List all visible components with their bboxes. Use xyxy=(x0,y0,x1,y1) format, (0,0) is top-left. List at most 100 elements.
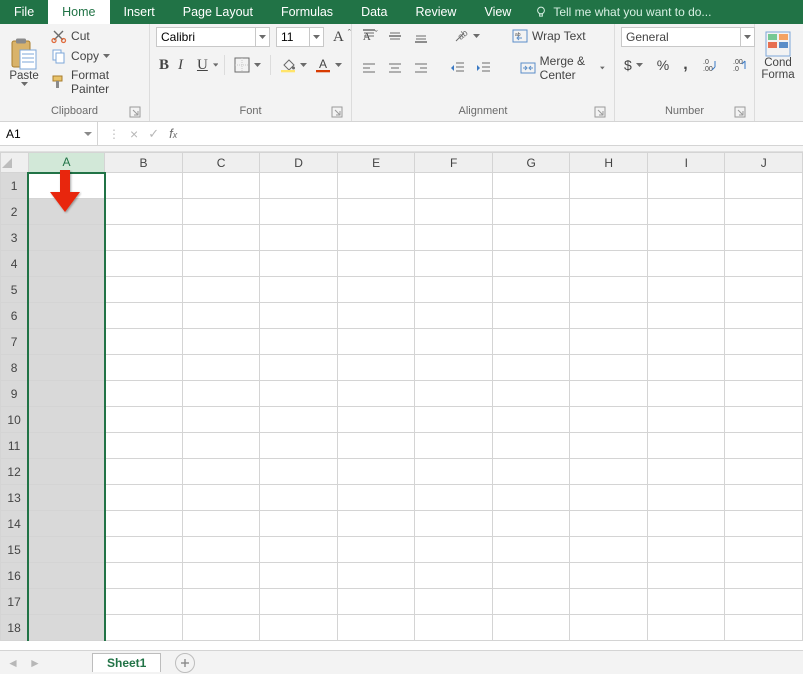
cell[interactable] xyxy=(337,381,415,407)
cell[interactable] xyxy=(105,277,183,303)
cell[interactable] xyxy=(105,329,183,355)
align-left-button[interactable] xyxy=(358,59,380,77)
sheet-nav-next[interactable]: ► xyxy=(26,654,44,672)
cell[interactable] xyxy=(492,589,570,615)
increase-decimal-button[interactable]: .0.00 xyxy=(699,56,721,74)
cell[interactable] xyxy=(182,615,260,641)
cell[interactable] xyxy=(105,173,183,199)
font-name-input[interactable] xyxy=(156,27,256,47)
cell[interactable] xyxy=(28,563,105,589)
cell[interactable] xyxy=(105,589,183,615)
cell[interactable] xyxy=(415,355,493,381)
column-header[interactable]: B xyxy=(105,153,183,173)
cell[interactable] xyxy=(337,589,415,615)
cell[interactable] xyxy=(105,433,183,459)
cell[interactable] xyxy=(648,537,725,563)
cell[interactable] xyxy=(415,563,493,589)
cell[interactable] xyxy=(182,173,260,199)
cell[interactable] xyxy=(182,381,260,407)
row-header[interactable]: 7 xyxy=(1,329,29,355)
cell[interactable] xyxy=(182,433,260,459)
cell[interactable] xyxy=(492,225,570,251)
copy-button[interactable]: Copy xyxy=(48,47,143,65)
cell[interactable] xyxy=(182,199,260,225)
cell[interactable] xyxy=(570,251,648,277)
cell[interactable] xyxy=(725,199,803,225)
column-header[interactable]: C xyxy=(182,153,260,173)
cell[interactable] xyxy=(725,329,803,355)
cell[interactable] xyxy=(260,381,338,407)
cell[interactable] xyxy=(105,355,183,381)
cell[interactable] xyxy=(105,407,183,433)
cell[interactable] xyxy=(570,589,648,615)
cell[interactable] xyxy=(415,459,493,485)
tell-me-search[interactable]: Tell me what you want to do... xyxy=(525,0,721,24)
row-header[interactable]: 10 xyxy=(1,407,29,433)
row-header[interactable]: 17 xyxy=(1,589,29,615)
cell[interactable] xyxy=(105,563,183,589)
cell[interactable] xyxy=(260,589,338,615)
cell[interactable] xyxy=(570,537,648,563)
decrease-indent-button[interactable] xyxy=(447,59,469,77)
cell[interactable] xyxy=(648,355,725,381)
cell[interactable] xyxy=(337,615,415,641)
cell[interactable] xyxy=(182,225,260,251)
caret-down-icon[interactable] xyxy=(213,63,218,67)
bold-button[interactable]: B xyxy=(156,56,173,75)
font-size-input[interactable] xyxy=(276,27,310,47)
tab-review[interactable]: Review xyxy=(401,0,470,24)
fx-icon[interactable]: fx xyxy=(169,126,177,141)
row-header[interactable]: 5 xyxy=(1,277,29,303)
cell[interactable] xyxy=(570,563,648,589)
cell[interactable] xyxy=(260,199,338,225)
cell[interactable] xyxy=(182,407,260,433)
cell[interactable] xyxy=(725,225,803,251)
align-middle-button[interactable] xyxy=(384,27,406,45)
dialog-launcher-icon[interactable] xyxy=(734,106,746,118)
cell[interactable] xyxy=(337,173,415,199)
cell[interactable] xyxy=(725,537,803,563)
row-header[interactable]: 12 xyxy=(1,459,29,485)
row-header[interactable]: 4 xyxy=(1,251,29,277)
cell[interactable] xyxy=(182,277,260,303)
cell[interactable] xyxy=(570,199,648,225)
cell[interactable] xyxy=(337,329,415,355)
wrap-text-button[interactable]: ab Wrap Text xyxy=(509,27,589,45)
cell[interactable] xyxy=(260,329,338,355)
cell[interactable] xyxy=(570,433,648,459)
cell[interactable] xyxy=(492,251,570,277)
row-header[interactable]: 16 xyxy=(1,563,29,589)
cell[interactable] xyxy=(105,199,183,225)
cell[interactable] xyxy=(492,615,570,641)
cell[interactable] xyxy=(648,251,725,277)
cell[interactable] xyxy=(337,433,415,459)
cell[interactable] xyxy=(570,173,648,199)
font-name-select[interactable] xyxy=(156,27,270,47)
column-header[interactable]: D xyxy=(260,153,338,173)
cell[interactable] xyxy=(725,563,803,589)
merge-center-button[interactable]: Merge & Center xyxy=(517,53,608,83)
cell[interactable] xyxy=(260,277,338,303)
conditional-formatting-button[interactable]: Cond Forma xyxy=(761,27,795,81)
dialog-launcher-icon[interactable] xyxy=(594,106,606,118)
cell[interactable] xyxy=(105,459,183,485)
cell[interactable] xyxy=(260,407,338,433)
formula-bar-input[interactable] xyxy=(187,122,803,145)
cell[interactable] xyxy=(415,329,493,355)
cell[interactable] xyxy=(570,615,648,641)
row-header[interactable]: 18 xyxy=(1,615,29,641)
cell[interactable] xyxy=(28,485,105,511)
cell[interactable] xyxy=(337,277,415,303)
cell[interactable] xyxy=(415,173,493,199)
cell[interactable] xyxy=(415,381,493,407)
cell[interactable] xyxy=(182,537,260,563)
cell[interactable] xyxy=(648,485,725,511)
cell[interactable] xyxy=(648,407,725,433)
cell[interactable] xyxy=(105,225,183,251)
cell[interactable] xyxy=(28,589,105,615)
cell[interactable] xyxy=(492,277,570,303)
cell[interactable] xyxy=(28,433,105,459)
cell[interactable] xyxy=(337,407,415,433)
cell[interactable] xyxy=(570,303,648,329)
cell[interactable] xyxy=(415,407,493,433)
